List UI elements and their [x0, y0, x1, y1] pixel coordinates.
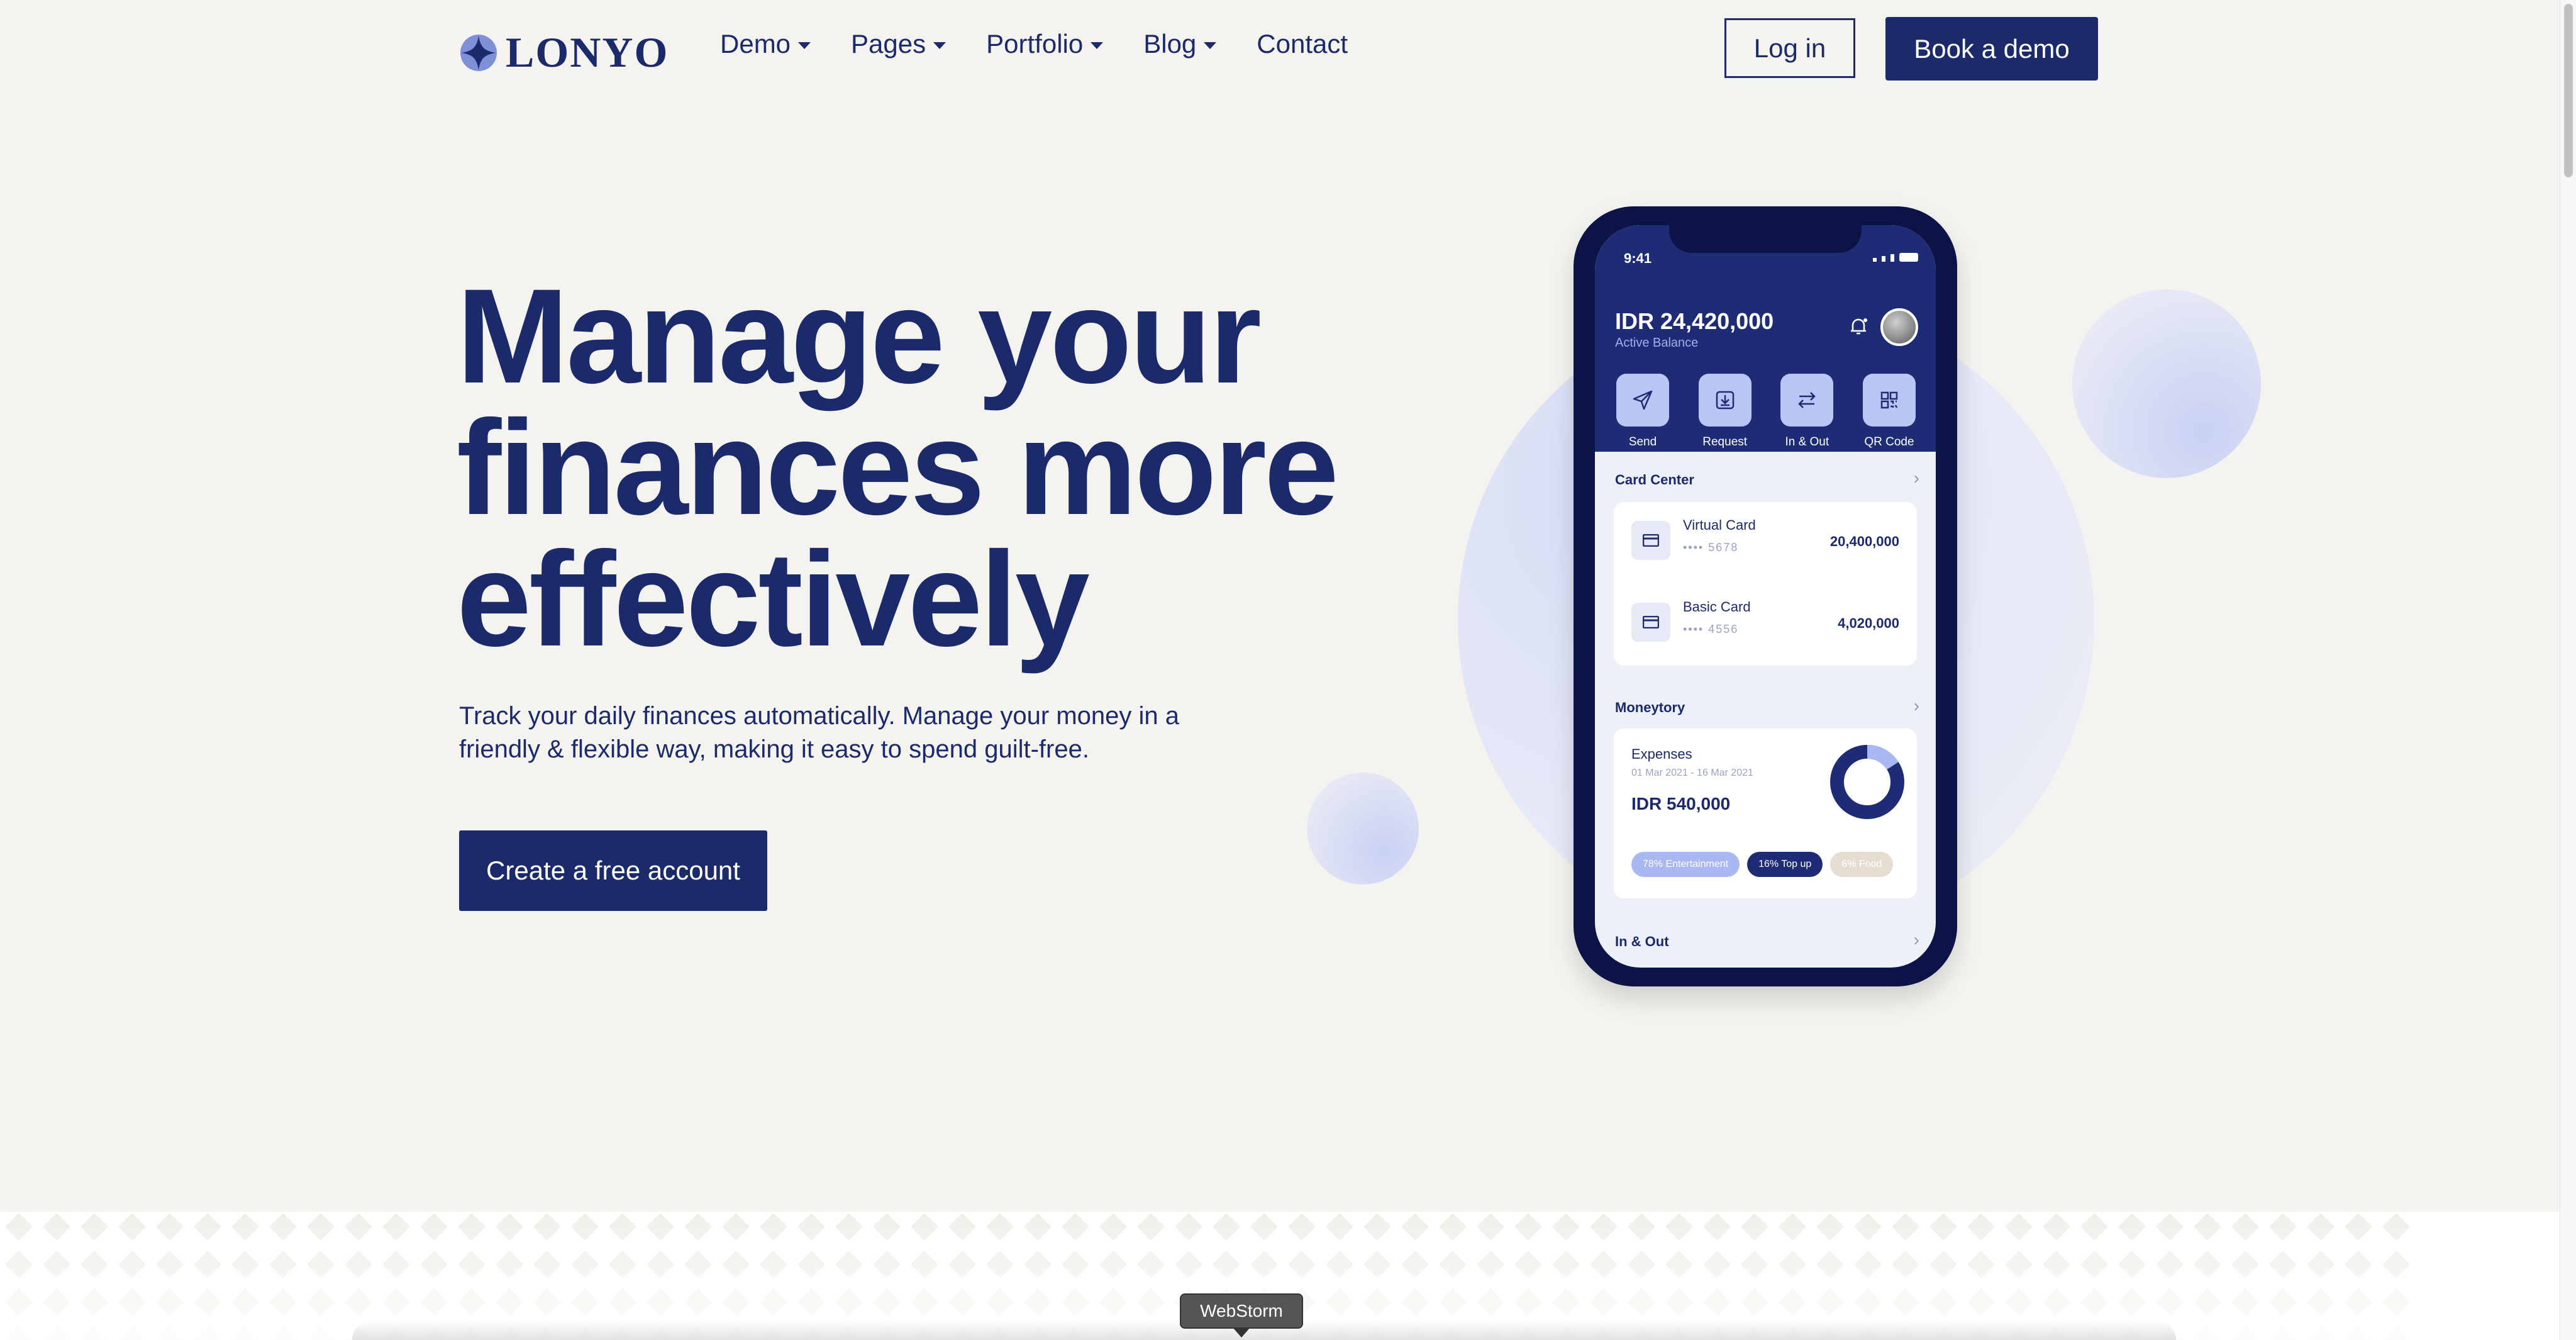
moneytory-title: Moneytory	[1615, 700, 1685, 715]
card-amount: 4,020,000	[1838, 615, 1899, 631]
hero-subtitle: Track your daily finances automatically.…	[459, 702, 1179, 763]
action-qr-code[interactable]: QR Code	[1854, 374, 1924, 449]
headline-line-2: finances more	[457, 393, 1339, 543]
login-button[interactable]: Log in	[1724, 18, 1855, 78]
decor-circle-small	[1307, 773, 1419, 885]
scrollbar-thumb[interactable]	[2564, 4, 2573, 177]
card-item[interactable]: Virtual Card •••• 5678	[1631, 517, 1756, 560]
tooltip-arrow	[1233, 1327, 1250, 1337]
phone-header: 9:41 IDR 24,420,000 Active Balance Send …	[1595, 225, 1936, 452]
in-out-title: In & Out	[1615, 934, 1669, 949]
send-icon	[1616, 374, 1669, 427]
menu-pages-label: Pages	[851, 29, 926, 59]
chevron-right-icon[interactable]: ›	[1914, 468, 1919, 488]
action-send[interactable]: Send	[1607, 374, 1678, 449]
transfer-icon	[1780, 374, 1834, 427]
logo-text: LONYO	[506, 28, 669, 76]
headline-line-3: effectively	[457, 524, 1090, 674]
balance-amount: IDR 24,420,000	[1615, 308, 1774, 334]
expenses-card[interactable]: Expenses 01 Mar 2021 - 16 Mar 2021 IDR 5…	[1614, 729, 1917, 898]
quick-actions: Send Request In & Out QR Code	[1607, 374, 1924, 449]
category-pill[interactable]: 6% Food	[1830, 852, 1894, 877]
menu-demo-label: Demo	[720, 29, 791, 59]
menu-portfolio-label: Portfolio	[986, 29, 1084, 59]
chevron-down-icon	[933, 42, 947, 49]
logo-star-icon	[460, 34, 497, 71]
top-nav: LONYO Demo Pages Portfolio Blog Contact …	[0, 0, 2576, 96]
expenses-amount: IDR 540,000	[1631, 794, 1731, 813]
card-item[interactable]: Basic Card •••• 4556	[1631, 599, 1751, 642]
card-list: Virtual Card •••• 5678 20,400,000 Basic …	[1614, 502, 1917, 666]
credit-card-icon	[1631, 603, 1670, 642]
balance-label: Active Balance	[1615, 336, 1699, 350]
chevron-down-icon	[1204, 42, 1217, 49]
category-pill[interactable]: 16% Top up	[1747, 852, 1823, 877]
create-account-button[interactable]: Create a free account	[459, 830, 767, 911]
headline-line-1: Manage your	[457, 261, 1262, 411]
status-time: 9:41	[1624, 250, 1652, 266]
menu-demo[interactable]: Demo	[720, 29, 811, 59]
card-name: Basic Card	[1683, 599, 1751, 615]
credit-card-icon	[1631, 521, 1670, 560]
avatar[interactable]	[1880, 308, 1918, 346]
battery-icon	[1899, 253, 1918, 262]
signal-icon	[1882, 256, 1885, 262]
menu-blog[interactable]: Blog	[1143, 29, 1217, 59]
expense-categories: 78% Entertainment 16% Top up 6% Food	[1631, 852, 1901, 877]
phone-notch	[1669, 225, 1862, 253]
chevron-down-icon	[798, 42, 811, 49]
tooltip: WebStorm	[1180, 1293, 1303, 1329]
hero-headline: Manage your finances more effectively	[457, 269, 1400, 667]
status-icons	[1873, 253, 1918, 262]
phone-screen: 9:41 IDR 24,420,000 Active Balance Send …	[1595, 225, 1936, 968]
card-number: •••• 5678	[1683, 541, 1739, 554]
chevron-right-icon[interactable]: ›	[1914, 930, 1919, 950]
chevron-right-icon[interactable]: ›	[1914, 696, 1919, 716]
chevron-down-icon	[1091, 42, 1104, 49]
action-label: Request	[1702, 435, 1748, 449]
logo[interactable]: LONYO	[459, 28, 669, 77]
qr-icon	[1862, 374, 1916, 427]
action-label: In & Out	[1785, 435, 1829, 449]
action-in-out[interactable]: In & Out	[1772, 374, 1842, 449]
menu-contact-label: Contact	[1257, 29, 1348, 59]
card-center-title: Card Center	[1615, 472, 1694, 488]
expenses-label: Expenses	[1631, 746, 1692, 762]
card-name: Virtual Card	[1683, 517, 1756, 533]
phone-mockup: 9:41 IDR 24,420,000 Active Balance Send …	[1574, 206, 1957, 986]
card-amount: 20,400,000	[1829, 533, 1899, 549]
action-label: QR Code	[1864, 435, 1914, 449]
request-icon	[1698, 374, 1752, 427]
menu-blog-label: Blog	[1143, 29, 1197, 59]
signal-icon	[1873, 258, 1877, 262]
menu-pages[interactable]: Pages	[851, 29, 947, 59]
action-request[interactable]: Request	[1690, 374, 1760, 449]
bell-icon[interactable]	[1848, 316, 1869, 337]
expenses-donut-chart	[1830, 745, 1904, 819]
menu-portfolio[interactable]: Portfolio	[986, 29, 1104, 59]
expenses-date: 01 Mar 2021 - 16 Mar 2021	[1631, 768, 1753, 778]
menu-contact[interactable]: Contact	[1257, 29, 1348, 59]
decor-circle-right	[2072, 289, 2261, 478]
scrollbar[interactable]	[2560, 0, 2576, 1340]
book-demo-button[interactable]: Book a demo	[1885, 17, 2098, 81]
signal-icon	[1890, 254, 1894, 262]
action-label: Send	[1628, 435, 1657, 449]
card-number: •••• 4556	[1683, 623, 1739, 635]
category-pill[interactable]: 78% Entertainment	[1631, 852, 1740, 877]
main-menu: Demo Pages Portfolio Blog Contact	[720, 29, 1388, 59]
